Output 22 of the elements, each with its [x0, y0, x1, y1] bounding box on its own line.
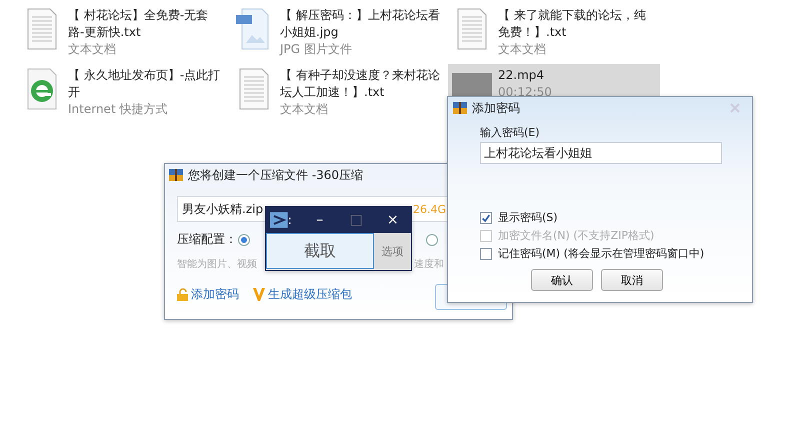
checkbox-label: 显示密码(S)	[498, 210, 558, 225]
file-name: 【 解压密码：】上村花论坛看小姐姐.jpg	[280, 7, 441, 41]
file-name: 【 永久地址发布页】-点此打开	[68, 67, 222, 101]
window-title: :	[288, 213, 293, 227]
checkbox-label: 加密文件名(N) (不支持ZIP格式)	[498, 228, 654, 243]
dialog-title: 您将创建一个压缩文件 -360压缩	[188, 166, 364, 184]
file-name: 【 来了就能下载的论坛，纯免费！】.txt	[498, 7, 647, 41]
file-type: 文本文档	[68, 41, 117, 57]
password-label: 输入密码(E)	[480, 125, 541, 140]
checkbox-label: 记住密码(M) (将会显示在管理密码窗口中)	[498, 246, 704, 261]
file-type: 文本文档	[280, 101, 329, 117]
file-type: 文本文档	[498, 41, 547, 57]
file-type: 00:12:50	[498, 84, 553, 100]
file-type: Internet 快捷方式	[68, 101, 168, 117]
file-name: 【 有种子却没速度？来村花论坛人工加速！】.txt	[280, 67, 441, 101]
hint-text: 速度和	[414, 258, 445, 271]
file-name: 22.mp4	[498, 67, 546, 84]
file-type: JPG 图片文件	[280, 41, 353, 57]
dialog-title: 添加密码	[472, 100, 520, 116]
file-name: 【 村花论坛】全免费-无套路-更新快.txt	[68, 7, 210, 41]
config-label: 压缩配置：	[177, 231, 238, 248]
hint-text: 智能为图片、视频	[177, 258, 258, 271]
